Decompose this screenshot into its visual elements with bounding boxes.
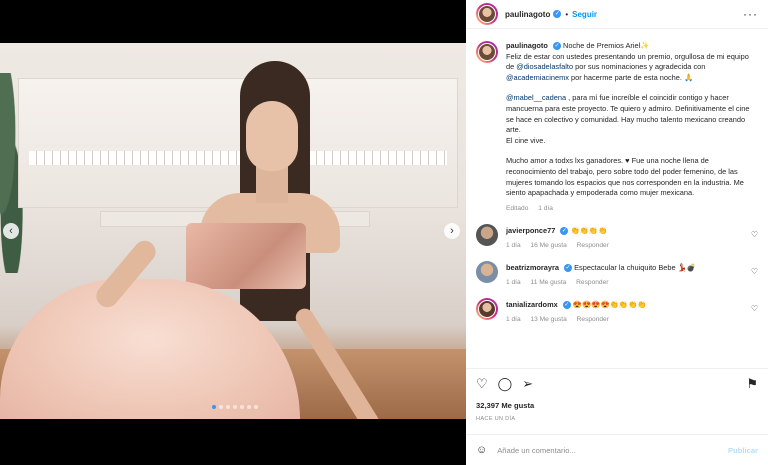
comment-text: 😍😍😍😍👏👏👏👏 xyxy=(572,300,647,310)
comment-text: Espectacular la chuiquito Bebe 💃🏻💣 xyxy=(574,263,697,273)
bookmark-icon[interactable]: ⚑ xyxy=(746,376,758,392)
prev-arrow-icon[interactable]: ‹ xyxy=(3,223,19,239)
caption-age: 1 día xyxy=(538,204,553,212)
next-arrow-icon[interactable]: › xyxy=(444,223,460,239)
heart-icon[interactable]: ♡ xyxy=(751,304,758,313)
follow-button[interactable]: Seguir xyxy=(572,10,597,19)
comment-username[interactable]: javierponce77 xyxy=(506,226,555,235)
emoji-icon[interactable]: ☺ xyxy=(476,444,487,456)
avatar[interactable] xyxy=(476,298,498,321)
post-time: HACE UN DÍA xyxy=(476,416,516,422)
action-bar: ♡ ◯ ➢ ⚑ 32,397 Me gusta HACE UN DÍA xyxy=(466,368,768,422)
mention-link[interactable]: @diosadelasfalto xyxy=(516,62,573,71)
heart-icon[interactable]: ♡ xyxy=(751,267,758,276)
avatar[interactable] xyxy=(476,41,498,63)
caption-title: Noche de Premios Ariel✨ xyxy=(563,41,650,50)
comment: beatrizmorayra ✓ Espectacular la chuiqui… xyxy=(476,261,758,288)
comment-text: 👏👏👏👏 xyxy=(570,226,608,236)
media-panel: ‹ › xyxy=(0,0,466,465)
avatar[interactable] xyxy=(476,261,498,284)
caption-line: por sus nominaciones y agradecida con xyxy=(573,62,706,72)
verified-icon: ✓ xyxy=(560,227,569,236)
comment-age: 1 día xyxy=(506,279,521,287)
comment-age: 1 día xyxy=(506,242,521,250)
comment-likes[interactable]: 16 Me gusta xyxy=(531,242,567,249)
caption: paulinagoto ✓ Noche de Premios Ariel✨ Fe… xyxy=(476,41,758,214)
mention-link[interactable]: @academiacinemx xyxy=(506,73,569,82)
comment-input[interactable]: Añade un comentario... xyxy=(497,446,576,455)
verified-icon: ✓ xyxy=(553,10,562,18)
caption-line: por hacerme parte de esta noche. 🙏 xyxy=(568,72,694,82)
reply-button[interactable]: Responder xyxy=(577,242,609,249)
comment-likes[interactable]: 13 Me gusta xyxy=(531,316,567,323)
more-options-icon[interactable]: ··· xyxy=(743,7,758,21)
likes-count[interactable]: 32,397 Me gusta xyxy=(476,401,758,410)
carousel-dots xyxy=(212,405,258,409)
post-photo[interactable] xyxy=(0,43,466,419)
edited-label: Editado xyxy=(506,204,529,212)
verified-icon: ✓ xyxy=(552,42,561,51)
face xyxy=(246,101,298,171)
comment-username[interactable]: tanializardomx xyxy=(506,300,558,309)
publish-button[interactable]: Publicar xyxy=(728,446,758,455)
caption-text: paulinagoto ✓ Noche de Premios Ariel✨ Fe… xyxy=(506,41,758,214)
reply-button[interactable]: Responder xyxy=(577,316,609,323)
reply-button[interactable]: Responder xyxy=(576,279,608,286)
sequin-top xyxy=(186,223,306,289)
comments-area[interactable]: paulinagoto ✓ Noche de Premios Ariel✨ Fe… xyxy=(466,30,768,367)
heart-icon[interactable]: ♡ xyxy=(476,376,488,392)
heart-icon[interactable]: ♡ xyxy=(751,230,758,239)
comment-icon[interactable]: ◯ xyxy=(498,376,513,392)
avatar[interactable] xyxy=(476,3,498,25)
post-header: paulinagoto ✓ • Seguir ··· xyxy=(466,0,768,29)
caption-line: Mucho amor a todxs lxs ganadores. ♥ Fue … xyxy=(506,156,744,198)
header-username[interactable]: paulinagoto xyxy=(505,10,550,19)
comment: tanializardomx ✓ 😍😍😍😍👏👏👏👏 1 día 13 Me gu… xyxy=(476,298,758,325)
add-comment-bar: ☺ Añade un comentario... Publicar xyxy=(466,434,768,465)
mention-link[interactable]: @mabel__cadena xyxy=(506,93,566,102)
verified-icon: ✓ xyxy=(562,301,571,310)
separator: • xyxy=(565,9,569,19)
comment: javierponce77 ✓ 👏👏👏👏 1 día 16 Me gusta R… xyxy=(476,224,758,251)
comment-username[interactable]: beatrizmorayra xyxy=(506,263,559,272)
verified-icon: ✓ xyxy=(564,264,573,273)
comment-age: 1 día xyxy=(506,316,521,324)
post-sidebar: paulinagoto ✓ • Seguir ··· paulinagoto ✓… xyxy=(466,0,768,465)
caption-username[interactable]: paulinagoto xyxy=(506,41,548,50)
caption-line: El cine vive. xyxy=(506,135,546,145)
comment-likes[interactable]: 11 Me gusta xyxy=(531,279,567,286)
avatar[interactable] xyxy=(476,224,498,247)
share-icon[interactable]: ➢ xyxy=(522,376,533,392)
caption-meta: Editado 1 día xyxy=(506,204,758,215)
piano xyxy=(18,78,458,208)
